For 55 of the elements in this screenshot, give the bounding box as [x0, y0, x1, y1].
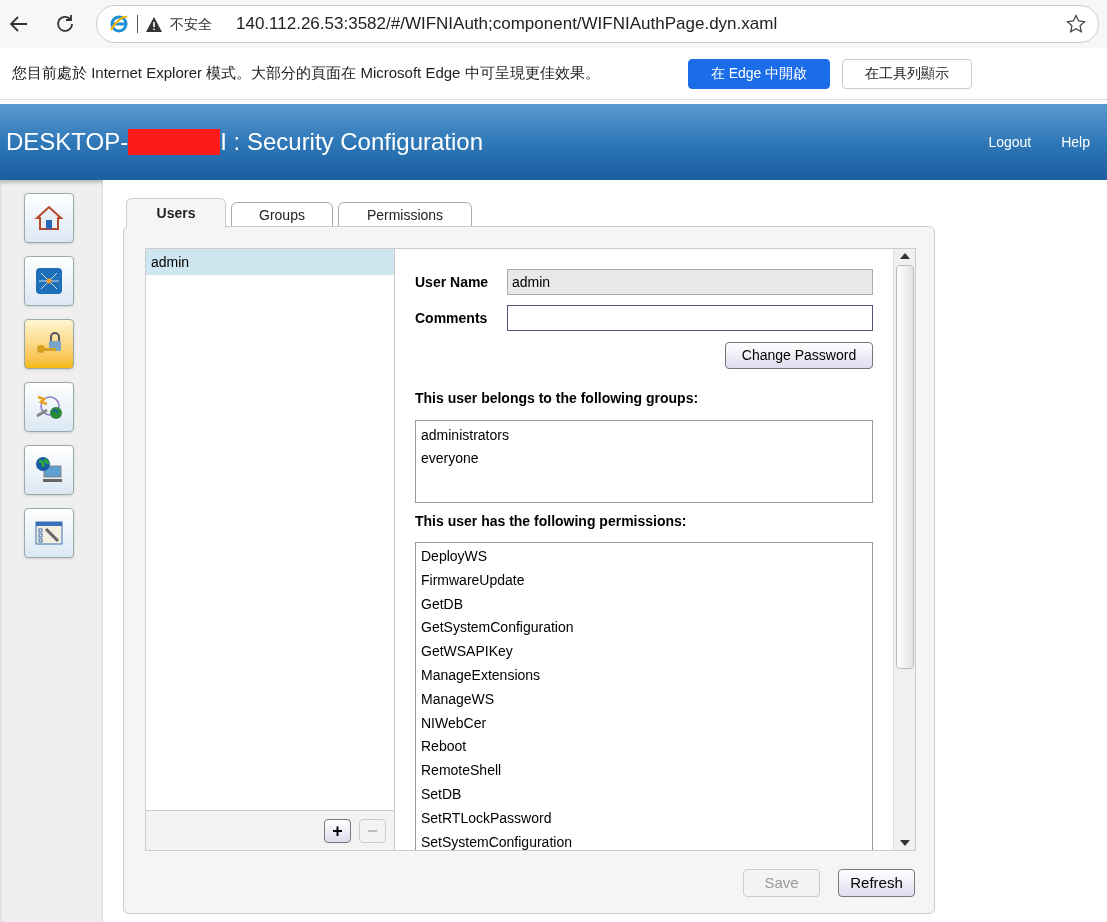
sidebar-nav-button[interactable] [24, 445, 74, 495]
permission-list-item[interactable]: ManageWS [416, 687, 872, 712]
permission-list-item[interactable]: SetDB [416, 782, 872, 807]
permission-list-item[interactable]: RemoteShell [416, 759, 872, 783]
sidebar-nav-button[interactable] [24, 256, 74, 306]
group-list-item[interactable]: everyone [416, 447, 872, 470]
sidebar-nav-button[interactable] [24, 193, 74, 243]
permission-list-item[interactable]: GetDB [416, 592, 872, 617]
comments-field[interactable] [507, 305, 873, 331]
permission-list-item[interactable]: GetWSAPIKey [416, 640, 872, 664]
permission-list-item[interactable]: FirmwareUpdate [416, 568, 872, 593]
section-label: This user belongs to the following groups: [415, 389, 700, 408]
scroll-up-icon[interactable] [899, 253, 910, 259]
warning-icon[interactable] [146, 16, 162, 32]
permission-list-item[interactable]: NIWebCer [416, 711, 872, 736]
permission-list-item[interactable]: GetSystemConfiguration [416, 616, 872, 641]
ie-mode-message: 您目前處於 Internet Explorer 模式。大部分的頁面在 Microsoft Edge 中可呈現更佳效果。 [12, 63, 601, 84]
network-node-icon [34, 266, 64, 296]
address-bar[interactable]: 不安全 140.112.26.53:3582/#/WIFNIAuth;component/WIFNIAuthPage.dyn.xaml [96, 5, 1099, 43]
tab[interactable]: Users [126, 198, 226, 228]
window-with-wrench-icon [34, 518, 64, 548]
header-link[interactable]: Help [1061, 131, 1090, 153]
tab[interactable]: Groups [231, 202, 333, 228]
header-link[interactable]: Logout [988, 131, 1032, 153]
user-list-item[interactable]: admin [146, 249, 394, 275]
globe-and-computer-icon [34, 455, 64, 485]
url-text[interactable]: 140.112.26.53:3582/#/WIFNIAuth;component/WIFNIAuthPage.dyn.xaml [236, 11, 1058, 37]
section-label: This user has the following permissions: [415, 512, 688, 531]
star-icon[interactable] [1066, 14, 1086, 34]
user-name-field[interactable]: admin [507, 269, 873, 295]
ie-logo-icon [109, 14, 129, 34]
sidebar-nav-button[interactable] [24, 382, 74, 432]
field-label: User Name [415, 272, 490, 292]
field-label: Comments [415, 308, 489, 328]
scrollbar[interactable] [893, 249, 915, 850]
page-title-start: DESKTOP- [6, 127, 129, 157]
house-icon [34, 203, 64, 233]
sidebar-nav-button[interactable] [24, 508, 74, 558]
group-list-item[interactable]: administrators [416, 424, 872, 447]
permission-list-item[interactable]: DeployWS [416, 545, 872, 569]
open-in-edge-button[interactable]: 在 Edge 中開啟 [688, 58, 830, 89]
permission-list-item[interactable]: ManageExtensions [416, 664, 872, 688]
page-title-end: I : Security Configuration [220, 127, 484, 157]
scroll-thumb[interactable] [895, 265, 914, 669]
scroll-down-icon[interactable] [899, 840, 910, 846]
tab[interactable]: Permissions [338, 202, 472, 228]
add-user-button[interactable]: + [324, 818, 351, 843]
show-in-toolbar-button[interactable]: 在工具列顯示 [842, 58, 972, 89]
change-password-button[interactable]: Change Password [725, 342, 873, 369]
permission-list-item[interactable]: SetSystemConfiguration [416, 830, 872, 850]
security-label[interactable]: 不安全 [170, 13, 212, 35]
permission-list-item[interactable]: SetRTLockPassword [416, 806, 872, 831]
refresh-button[interactable]: Refresh [838, 869, 915, 897]
permission-list-item[interactable]: Reboot [416, 735, 872, 760]
reload-icon[interactable] [54, 13, 76, 35]
